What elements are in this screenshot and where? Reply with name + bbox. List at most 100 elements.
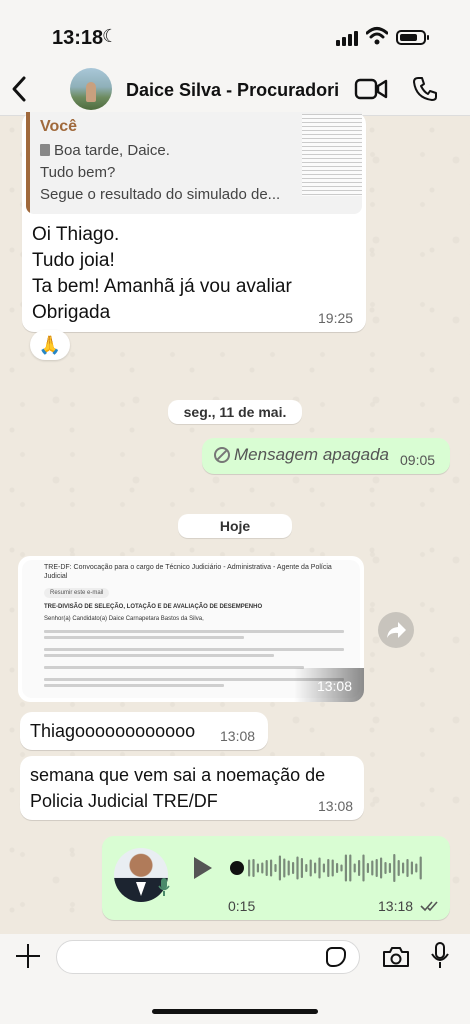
quote-line-3: Segue o resultado do simulado de...	[40, 186, 281, 203]
waveform-bar	[305, 864, 308, 872]
waveform-bar	[314, 862, 317, 874]
email-text-line	[44, 684, 224, 687]
waveform-bar	[340, 864, 343, 872]
quoted-message[interactable]: Você Boa tarde, Daice. Tudo bem? Segue o…	[26, 112, 362, 214]
voice-duration: 0:15	[228, 898, 256, 914]
email-text-line	[44, 636, 244, 639]
waveform-bar	[331, 859, 334, 877]
battery-icon	[396, 30, 429, 45]
waveform-bar	[353, 863, 356, 873]
moon-icon: ☾	[102, 26, 119, 46]
incoming-reply-bubble[interactable]: Você Boa tarde, Daice. Tudo bem? Segue o…	[22, 112, 366, 332]
waveform-bar	[362, 854, 365, 882]
waveform-bar	[336, 863, 339, 873]
phone-call-icon[interactable]	[412, 76, 438, 102]
date-separator: seg., 11 de mai.	[168, 400, 302, 424]
quote-line-2: Tudo bem?	[40, 164, 116, 181]
waveform-bar	[358, 860, 361, 876]
waveform-bar	[322, 863, 325, 873]
reaction-badge[interactable]: 🙏	[30, 330, 70, 360]
waveform-bar	[366, 863, 369, 873]
email-text-line	[44, 630, 344, 633]
forward-icon[interactable]	[378, 612, 414, 648]
waveform-bar	[384, 862, 387, 874]
waveform-bar	[406, 859, 409, 877]
waveform-bar	[371, 860, 374, 876]
waveform-bar	[292, 862, 295, 874]
waveform-bar	[283, 858, 286, 878]
message-text: semana que vem sai a noemação de Policia…	[30, 765, 326, 811]
image-time: 13:08	[316, 678, 352, 694]
waveform-bar	[375, 859, 378, 877]
voice-time: 13:18	[378, 898, 414, 914]
quote-line-1: Boa tarde, Daice.	[40, 142, 170, 159]
chat-header: Daice Silva - Procuradori...	[0, 62, 470, 116]
status-bar: 13:18 ☾	[0, 0, 470, 62]
email-text-line	[44, 648, 344, 651]
quote-author: Você	[40, 118, 78, 135]
waveform-bar	[388, 863, 391, 873]
status-time: 13:18	[52, 27, 104, 49]
waveform[interactable]	[230, 852, 430, 884]
home-indicator	[152, 1009, 318, 1014]
message-time: 13:08	[318, 798, 354, 814]
message-time: 13:08	[220, 728, 256, 744]
waveform-bar	[274, 864, 277, 872]
waveform-bar	[397, 860, 400, 876]
deleted-message-time: 09:05	[400, 452, 436, 468]
deleted-message-text: Mensagem apagada	[234, 445, 390, 464]
waveform-bar	[309, 859, 312, 877]
email-text-line	[44, 666, 304, 669]
waveform-bar	[410, 861, 413, 875]
reply-text: Oi Thiago. Tudo joia! Ta bem! Amanhã já …	[32, 224, 292, 323]
waveform-bar	[349, 854, 352, 882]
incoming-message-bubble[interactable]: semana que vem sai a noemação de Policia…	[20, 756, 364, 820]
waveform-bar	[327, 859, 330, 877]
waveform-bar	[419, 856, 422, 880]
waveform-bar	[287, 860, 290, 876]
waveform-bar	[380, 857, 383, 879]
waveform-bar	[402, 862, 405, 874]
play-icon[interactable]	[194, 857, 212, 879]
waveform-bar	[252, 859, 255, 877]
reply-time: 19:25	[318, 310, 354, 326]
waveform-bar	[296, 856, 299, 880]
contact-name[interactable]: Daice Silva - Procuradori...	[126, 80, 338, 101]
microphone-icon	[158, 878, 170, 896]
wifi-icon	[366, 27, 388, 45]
cellular-signal-icon	[336, 30, 360, 46]
waveform-bar	[415, 863, 418, 873]
quote-document-thumbnail	[302, 114, 362, 196]
waveform-bar	[344, 854, 347, 882]
waveform-bar	[300, 858, 303, 878]
video-call-icon[interactable]	[354, 78, 388, 100]
waveform-bar	[278, 855, 281, 881]
email-sender: TRE-DIVISÃO DE SELEÇÃO, LOTAÇÃO E DE AVA…	[44, 604, 263, 610]
incoming-message-bubble[interactable]: Thiagoooooooooooo 13:08	[20, 712, 268, 750]
camera-icon[interactable]	[382, 946, 410, 968]
image-message-bubble[interactable]: TRE-DF: Convocação para o cargo de Técni…	[18, 556, 364, 702]
back-arrow-icon[interactable]	[8, 74, 30, 104]
waveform-bar	[248, 859, 251, 877]
waveform-bar	[270, 859, 273, 877]
document-icon	[40, 144, 50, 156]
email-summary-chip: Resumir este e-mail	[44, 588, 110, 598]
waveform-bar	[256, 863, 259, 873]
plus-icon[interactable]	[16, 944, 40, 968]
waveform-bar	[393, 854, 396, 882]
date-separator-today: Hoje	[178, 514, 292, 538]
deleted-icon	[214, 447, 230, 463]
email-subject: TRE-DF: Convocação para o cargo de Técni…	[44, 564, 332, 571]
email-subject-cont: Judicial	[44, 573, 68, 580]
waveform-bar	[265, 860, 268, 876]
read-receipt-icon	[420, 901, 438, 912]
message-input[interactable]	[56, 940, 360, 974]
waveform-bar	[261, 862, 264, 874]
email-text-line	[44, 654, 274, 657]
message-text: Thiagoooooooooooo	[30, 721, 196, 741]
waveform-bar	[318, 857, 321, 879]
contact-avatar[interactable]	[70, 68, 112, 110]
email-greeting: Senhor(a) Candidato(a) Daice Carnapetara…	[44, 616, 204, 622]
quote-accent-bar	[26, 112, 30, 214]
microphone-icon[interactable]	[430, 942, 450, 970]
